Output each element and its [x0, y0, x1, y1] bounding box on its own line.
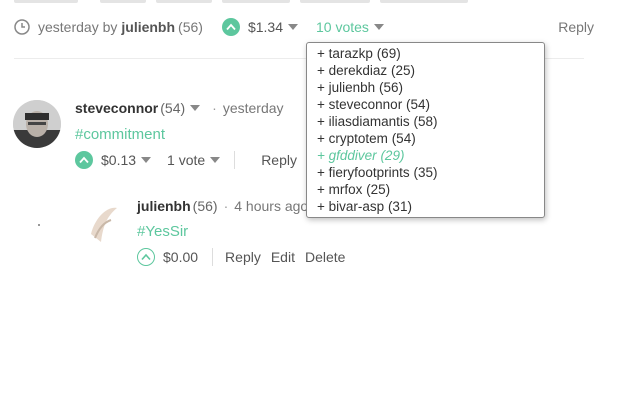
comment-time[interactable]: 4 hours ago: [234, 198, 308, 214]
tab-stub: [156, 0, 212, 3]
post-time: yesterday by: [38, 19, 118, 35]
comment-payout[interactable]: $0.00: [163, 249, 198, 265]
tab-stub: [300, 0, 370, 3]
voter-item[interactable]: + julienbh (56): [317, 79, 544, 96]
comment-header: steveconnor (54) · yesterday: [75, 100, 284, 116]
votes-dropdown: + tarazkp (69) + derekdiaz (25) + julien…: [306, 42, 545, 218]
avatar[interactable]: [13, 100, 61, 148]
tab-stub: [100, 0, 146, 3]
comment-reply-button[interactable]: Reply: [225, 249, 261, 265]
votes-caret-icon[interactable]: [373, 24, 384, 30]
post-author-link[interactable]: julienbh: [121, 19, 175, 35]
voter-item[interactable]: + tarazkp (69): [317, 45, 544, 62]
comment-votes-toggle[interactable]: 1 vote: [167, 152, 205, 168]
actions-divider: [212, 248, 214, 266]
post-author-rep: (56): [178, 19, 203, 35]
comment-author-link[interactable]: steveconnor: [75, 100, 158, 116]
comment-delete-button[interactable]: Delete: [305, 249, 345, 265]
comment-payout[interactable]: $0.13: [101, 152, 136, 168]
tab-stub: [380, 0, 468, 3]
voter-item[interactable]: + bivar-asp (31): [317, 198, 544, 215]
chevron-up-icon: [141, 253, 151, 261]
comment-upvote-button[interactable]: [75, 151, 93, 169]
post-meta-row: yesterday by julienbh (56) $1.34 10 vote…: [14, 17, 594, 37]
comment-tag[interactable]: #commitment: [75, 126, 165, 143]
comment-actions: $0.00 Reply Edit Delete: [137, 248, 345, 266]
voter-item[interactable]: + gfddiver (29): [317, 147, 544, 164]
avatar[interactable]: [77, 198, 125, 246]
separator-dot: ·: [212, 100, 217, 116]
comment-actions: $0.13 1 vote Reply: [75, 151, 297, 169]
chevron-up-icon: [79, 156, 89, 164]
thread-marker: [38, 224, 40, 226]
author-caret-icon[interactable]: [190, 105, 201, 111]
comment-reply-button[interactable]: Reply: [261, 152, 297, 168]
comment-author-link[interactable]: julienbh: [137, 198, 191, 214]
chevron-up-icon: [226, 23, 236, 31]
post-upvote-button[interactable]: [221, 18, 240, 36]
payout-caret-icon[interactable]: [288, 24, 298, 30]
comment-upvote-button[interactable]: [137, 248, 155, 266]
votes-caret-icon[interactable]: [210, 157, 221, 163]
voter-item[interactable]: + fieryfootprints (35): [317, 164, 544, 181]
payout-caret-icon[interactable]: [141, 157, 152, 163]
comment-time[interactable]: yesterday: [223, 100, 284, 116]
post-payout[interactable]: $1.34: [248, 19, 283, 35]
voter-item[interactable]: + cryptotem (54): [317, 130, 544, 147]
comment-edit-button[interactable]: Edit: [271, 249, 295, 265]
top-tab-stubs: [0, 0, 640, 3]
tab-stub: [222, 0, 290, 3]
comment-tag[interactable]: #YesSir: [137, 223, 188, 240]
post-votes-toggle[interactable]: 10 votes: [316, 19, 369, 35]
clock-icon: [14, 19, 30, 35]
voter-item[interactable]: + iliasdiamantis (58): [317, 113, 544, 130]
tab-stub: [14, 0, 78, 3]
comment-author-rep: (54): [160, 100, 186, 116]
separator-dot: ·: [223, 198, 229, 214]
voter-item[interactable]: + mrfox (25): [317, 181, 544, 198]
voter-item[interactable]: + steveconnor (54): [317, 96, 544, 113]
comment-author-rep: (56): [192, 198, 218, 214]
comment-header: julienbh (56) · 4 hours ago: [137, 198, 308, 214]
actions-divider: [234, 151, 236, 169]
voter-item[interactable]: + derekdiaz (25): [317, 62, 544, 79]
post-reply-button[interactable]: Reply: [558, 19, 594, 35]
